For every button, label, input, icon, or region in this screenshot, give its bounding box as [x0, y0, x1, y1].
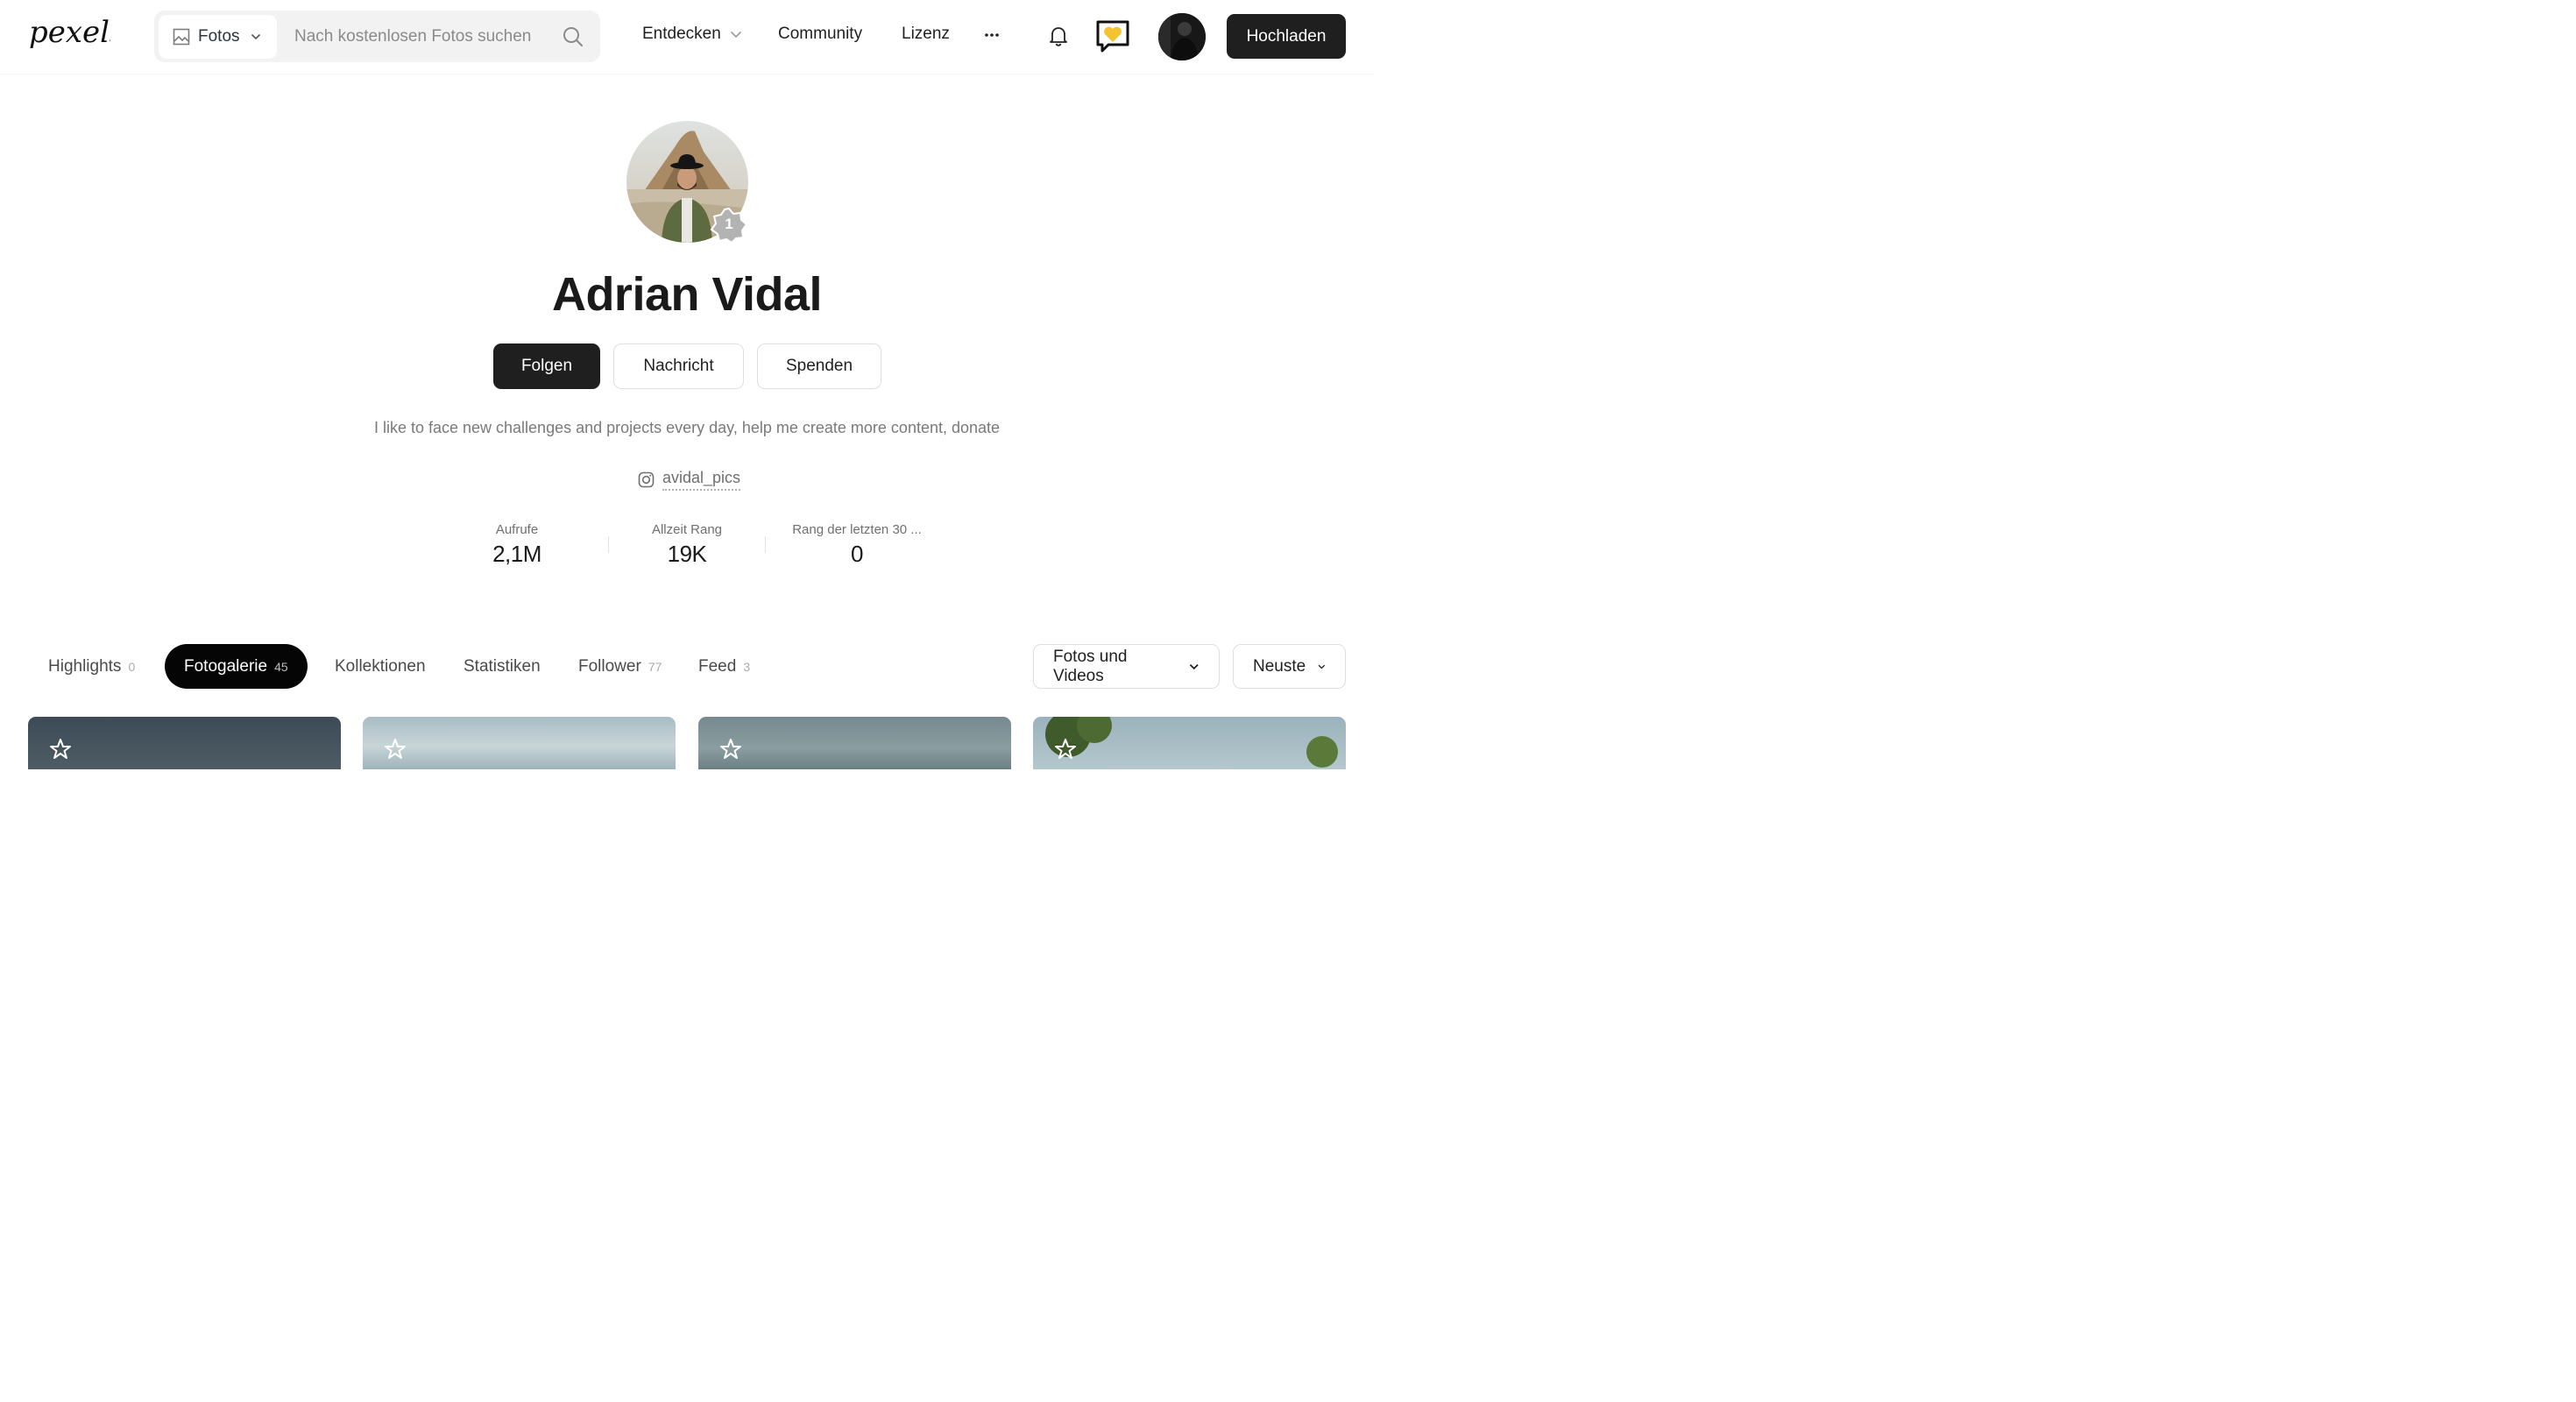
profile-bio: I like to face new challenges and projec… — [373, 419, 1001, 436]
tab-gallery[interactable]: Fotogalerie 45 — [165, 644, 308, 689]
tab-count: 0 — [128, 659, 136, 674]
stat-last30-rank: Rang der letzten 30 ... 0 — [784, 522, 930, 568]
user-avatar[interactable] — [1158, 13, 1206, 60]
tab-count: 45 — [274, 659, 288, 674]
stat-label: Aufrufe — [495, 522, 539, 537]
follow-button[interactable]: Folgen — [493, 343, 600, 389]
chevron-down-icon — [1318, 664, 1326, 669]
star-icon[interactable] — [719, 738, 742, 761]
tree-foliage — [1045, 717, 1338, 768]
chevron-down-icon — [1190, 663, 1200, 669]
tab-collections[interactable]: Kollektionen — [315, 644, 445, 689]
tab-label: Fotogalerie — [184, 656, 268, 676]
nav-community[interactable]: Community — [778, 25, 862, 44]
gallery-photo[interactable] — [28, 717, 341, 769]
tab-label: Kollektionen — [335, 656, 426, 676]
stat-label: Rang der letzten 30 ... — [792, 522, 922, 537]
gallery-photo[interactable] — [1033, 717, 1346, 769]
top-navigation: pexels Fotos Entdecken Community Lizenz — [0, 0, 1374, 74]
instagram-icon — [638, 471, 655, 488]
search-bar: Fotos — [154, 11, 600, 62]
tab-followers[interactable]: Follower 77 — [559, 644, 681, 689]
media-type-dropdown[interactable]: Fotos und Videos — [1033, 644, 1220, 689]
nav-discover[interactable]: Entdecken — [642, 25, 742, 44]
heart-chat-icon[interactable] — [1094, 19, 1131, 54]
stat-alltime-rank: Allzeit Rang 19K — [643, 522, 731, 568]
search-type-select[interactable]: Fotos — [159, 15, 277, 59]
rank-badge-number: 1 — [725, 216, 733, 232]
sort-dropdown[interactable]: Neuste — [1233, 644, 1346, 689]
stat-views: Aufrufe 2,1M — [473, 522, 561, 568]
stat-value: 19K — [667, 541, 707, 567]
stat-value: 0 — [851, 541, 863, 567]
media-type-label: Fotos und Videos — [1053, 647, 1128, 685]
stat-label: Allzeit Rang — [651, 522, 723, 537]
star-icon[interactable] — [384, 738, 407, 761]
tab-label: Highlights — [48, 656, 122, 676]
tab-feed[interactable]: Feed 3 — [679, 644, 769, 689]
stat-value: 2,1M — [492, 541, 541, 567]
message-button[interactable]: Nachricht — [613, 343, 744, 389]
chevron-down-icon — [251, 33, 260, 40]
pexels-logo[interactable]: pexels — [28, 16, 110, 56]
tab-label: Follower — [578, 656, 641, 676]
chevron-down-icon — [730, 31, 741, 38]
upload-button[interactable]: Hochladen — [1227, 14, 1346, 59]
sort-label: Neuste — [1253, 656, 1306, 676]
svg-text:pexels: pexels — [29, 16, 110, 50]
more-icon[interactable] — [981, 26, 1002, 44]
bell-icon[interactable] — [1048, 25, 1069, 49]
gallery-photo[interactable] — [698, 717, 1011, 769]
star-icon[interactable] — [49, 738, 72, 761]
stat-divider — [608, 536, 609, 553]
instagram-handle: avidal_pics — [662, 469, 741, 491]
tab-label: Feed — [698, 656, 737, 676]
nav-discover-label: Entdecken — [642, 25, 721, 43]
stat-divider — [765, 536, 766, 553]
star-icon[interactable] — [1054, 738, 1077, 761]
profile-name: Adrian Vidal — [551, 268, 823, 321]
tab-count: 3 — [743, 659, 751, 674]
donate-button[interactable]: Spenden — [757, 343, 881, 389]
user-avatar-image — [1158, 13, 1206, 60]
tab-count: 77 — [648, 659, 662, 674]
instagram-link[interactable]: avidal_pics — [638, 469, 741, 491]
gallery-photo[interactable] — [363, 717, 676, 769]
search-type-label: Fotos — [198, 27, 240, 46]
search-icon[interactable] — [562, 25, 584, 48]
image-icon — [173, 28, 190, 46]
nav-license[interactable]: Lizenz — [902, 25, 950, 44]
tab-label: Statistiken — [464, 656, 541, 676]
search-input[interactable] — [294, 19, 548, 54]
tab-statistics[interactable]: Statistiken — [444, 644, 560, 689]
tab-highlights[interactable]: Highlights 0 — [29, 644, 154, 689]
